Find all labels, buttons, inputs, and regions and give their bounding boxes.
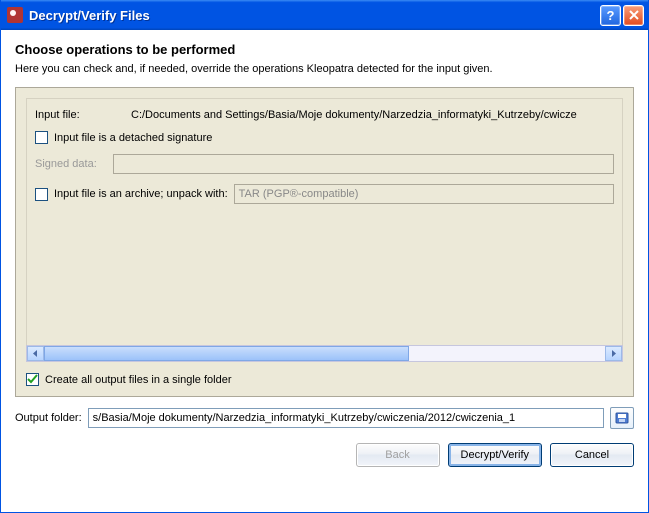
browse-folder-button[interactable]: [610, 407, 634, 429]
input-file-path: C:/Documents and Settings/Basia/Moje dok…: [131, 109, 577, 121]
checkmark-icon: [27, 374, 38, 385]
help-button[interactable]: ?: [600, 5, 621, 26]
save-icon: [615, 412, 629, 424]
signed-data-row: Signed data:: [35, 154, 614, 174]
scroll-thumb[interactable]: [44, 346, 409, 361]
page-subtext: Here you can check and, if needed, overr…: [15, 63, 634, 75]
output-folder-label: Output folder:: [15, 412, 82, 424]
signed-data-input: [113, 154, 614, 174]
output-folder-input[interactable]: [88, 408, 604, 428]
signed-data-label: Signed data:: [35, 158, 107, 170]
app-icon: [7, 7, 23, 23]
chevron-left-icon: [32, 350, 39, 357]
scroll-left-button[interactable]: [27, 346, 44, 361]
input-file-row: Input file: C:/Documents and Settings/Ba…: [35, 109, 614, 121]
chevron-right-icon: [610, 350, 617, 357]
file-group: Input file: C:/Documents and Settings/Ba…: [26, 98, 623, 346]
back-button: Back: [356, 443, 440, 467]
archive-label: Input file is an archive; unpack with:: [54, 188, 228, 200]
scroll-track[interactable]: [44, 346, 605, 361]
detached-sig-label: Input file is a detached signature: [54, 132, 212, 144]
close-button[interactable]: [623, 5, 644, 26]
button-bar: Back Decrypt/Verify Cancel: [15, 443, 634, 467]
close-icon: [629, 10, 639, 20]
output-folder-row: Output folder:: [15, 407, 634, 429]
titlebar: Decrypt/Verify Files ?: [1, 0, 648, 30]
archive-method-value: TAR (PGP®-compatible): [239, 188, 359, 200]
cancel-button[interactable]: Cancel: [550, 443, 634, 467]
horizontal-scrollbar[interactable]: [26, 345, 623, 362]
archive-checkbox[interactable]: [35, 188, 48, 201]
decrypt-verify-button[interactable]: Decrypt/Verify: [448, 443, 542, 467]
options-panel: Input file: C:/Documents and Settings/Ba…: [15, 87, 634, 397]
single-folder-label: Create all output files in a single fold…: [45, 374, 232, 386]
archive-method-combo: TAR (PGP®-compatible): [234, 184, 614, 204]
single-folder-checkbox[interactable]: [26, 373, 39, 386]
content-area: Choose operations to be performed Here y…: [1, 30, 648, 512]
input-file-label: Input file:: [35, 109, 125, 121]
scroll-right-button[interactable]: [605, 346, 622, 361]
single-folder-row[interactable]: Create all output files in a single fold…: [26, 373, 623, 386]
detached-sig-checkbox[interactable]: [35, 131, 48, 144]
window-title: Decrypt/Verify Files: [29, 8, 598, 23]
detached-sig-row[interactable]: Input file is a detached signature: [35, 131, 614, 144]
archive-row: Input file is an archive; unpack with: T…: [35, 184, 614, 204]
page-heading: Choose operations to be performed: [15, 42, 634, 57]
